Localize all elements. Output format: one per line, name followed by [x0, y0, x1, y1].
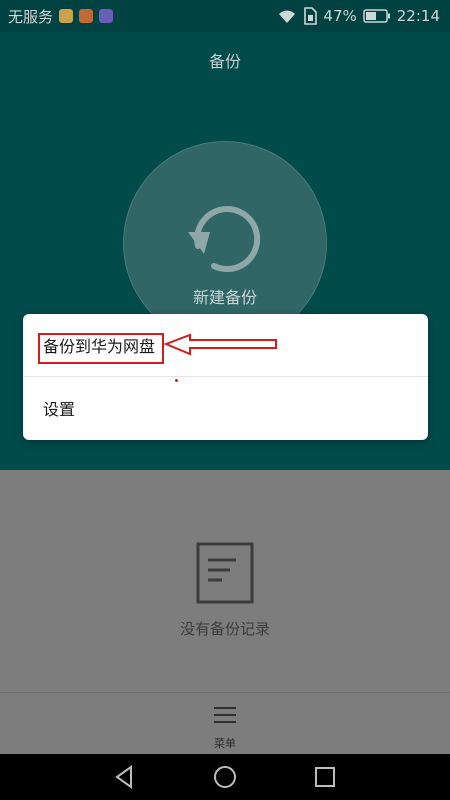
- recents-icon[interactable]: [311, 763, 339, 791]
- app-notification-icon: [79, 9, 94, 23]
- new-backup-label: 新建备份: [192, 288, 257, 307]
- menu-item-settings[interactable]: 设置: [23, 377, 428, 439]
- wifi-icon: [279, 10, 296, 23]
- page-title: 备份: [208, 52, 241, 71]
- annotation-highlight-box: [38, 333, 164, 364]
- app-notification-icon: [59, 9, 74, 23]
- menu-label[interactable]: 菜单: [0, 735, 450, 751]
- menu-item-label: 设置: [43, 400, 76, 419]
- annotation-arrow-icon: [164, 333, 277, 356]
- home-icon[interactable]: [211, 763, 239, 791]
- document-icon: [196, 542, 254, 604]
- status-bar: 无服务 47% 22:14: [0, 0, 450, 32]
- battery-percent: 47%: [323, 7, 357, 25]
- clock: 22:14: [396, 7, 440, 25]
- annotation-dot: [175, 379, 178, 382]
- app-notification-icon: [99, 9, 114, 23]
- sim-icon: [304, 7, 318, 25]
- empty-state-text: 没有备份记录: [179, 620, 270, 638]
- carrier-text: 无服务: [8, 7, 54, 26]
- battery-icon: [363, 9, 390, 23]
- menu-icon[interactable]: [213, 706, 237, 724]
- back-icon[interactable]: [111, 763, 139, 791]
- refresh-icon: [188, 206, 261, 273]
